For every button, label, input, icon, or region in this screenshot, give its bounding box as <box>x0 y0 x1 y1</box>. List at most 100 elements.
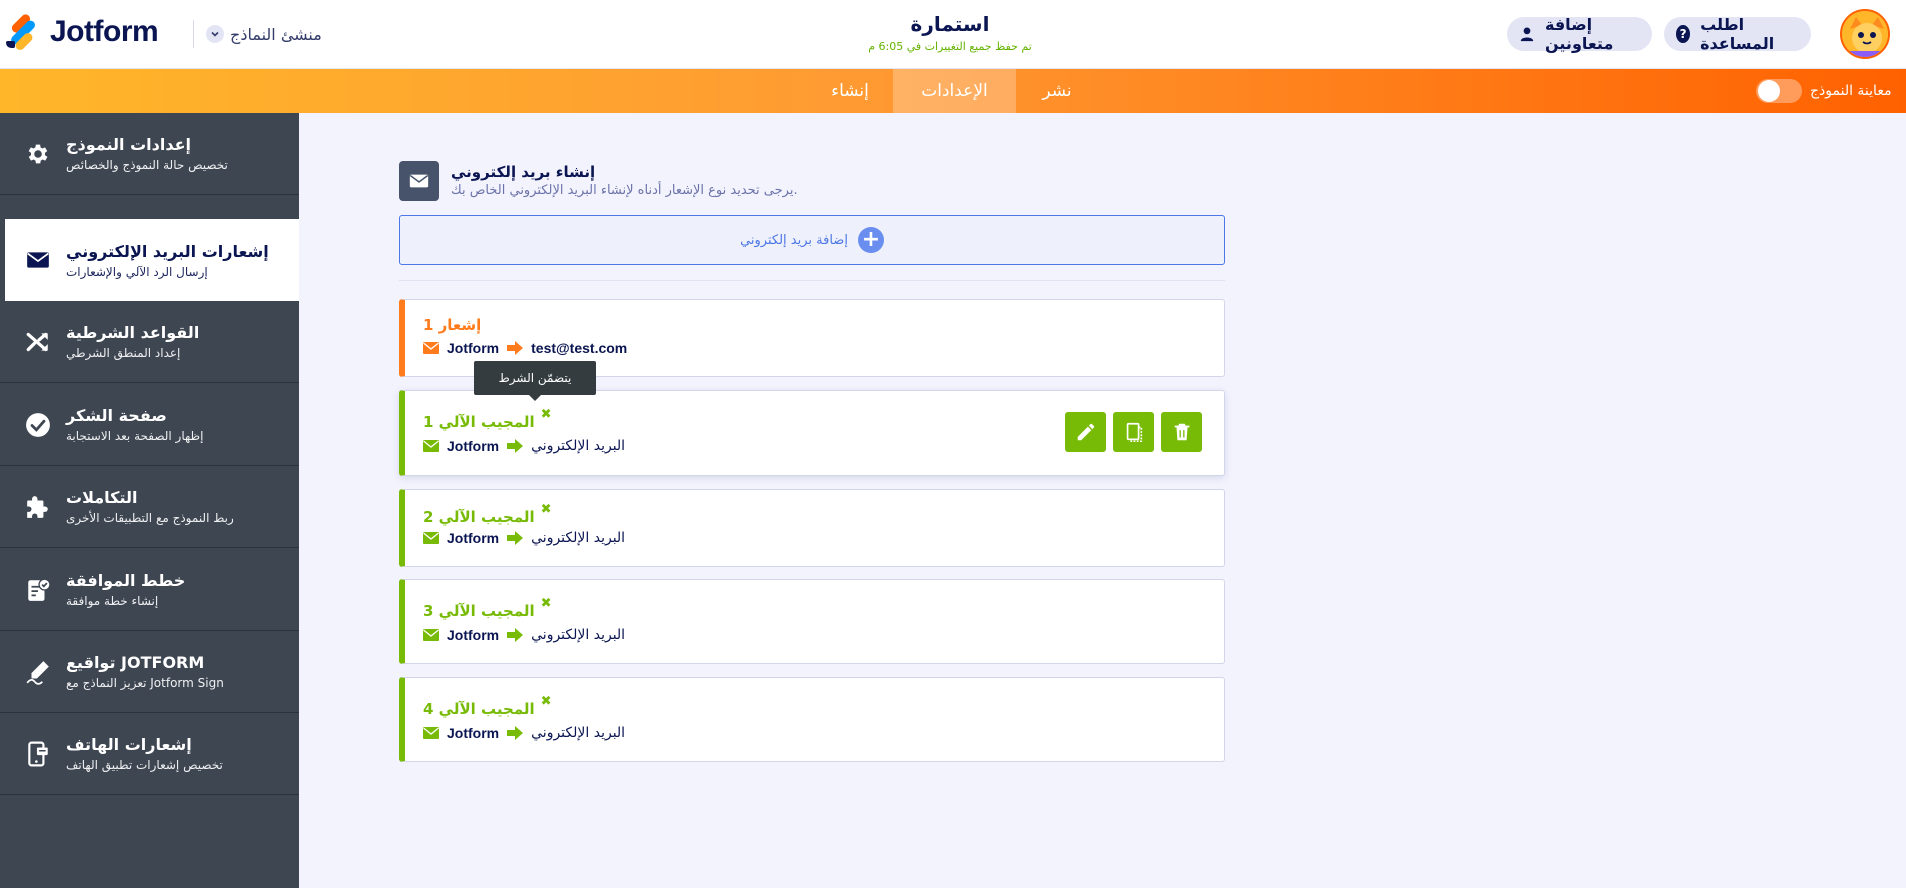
top-header: Jotform منشئ النماذج استمارة تم حفظ جميع… <box>0 0 1906 69</box>
sidebar-item-conditions[interactable]: القواعد الشرطية إعداد المنطق الشرطي <box>0 301 299 383</box>
get-help-button[interactable]: ? اطلب المساعدة <box>1664 15 1811 53</box>
builder-menu-label: منشئ النماذج <box>230 24 322 44</box>
sidebar-item-subtitle: إعداد المنطق الشرطي <box>66 346 181 360</box>
create-email-title: إنشاء بريد إلكتروني <box>451 163 596 181</box>
tab-build[interactable]: إنشاء <box>806 69 894 113</box>
envelope-icon <box>24 246 52 274</box>
sidebar-item-subtitle: تخصيص إشعارات تطبيق الهاتف <box>66 758 223 772</box>
jotform-logo-icon <box>6 12 38 52</box>
section-divider <box>399 280 1225 281</box>
sidebar-item-jotform-sign[interactable]: تواقيع JOTFORM تعزيز النماذج مع Jotform … <box>0 631 299 713</box>
arrow-right-icon <box>507 531 524 545</box>
email-card-title-text: إشعار 1 <box>423 316 482 334</box>
tab-settings[interactable]: الإعدادات <box>893 69 1016 113</box>
add-collaborators-label: إضافة متعاونين <box>1545 15 1614 53</box>
add-email-button[interactable]: إضافة بريد إلكتروني + <box>399 215 1225 265</box>
email-route: Jotform البريد الإلكتروني <box>423 627 625 643</box>
brand-name: Jotform <box>50 15 159 48</box>
tab-publish[interactable]: نشر <box>1015 69 1099 113</box>
form-title[interactable]: استمارة <box>700 12 1200 36</box>
form-preview-toggle[interactable]: معاينة النموذج <box>1756 79 1892 103</box>
sidebar-item-subtitle: إنشاء خطة موافقة <box>66 594 159 608</box>
email-card-autoresponder-1[interactable]: المجيب الآلي 1 ✖ Jotform البريد الإلكترو… <box>399 390 1225 476</box>
pencil-icon <box>1077 423 1094 441</box>
mobile-icon <box>24 740 52 768</box>
email-card-autoresponder-2[interactable]: المجيب الآلي 2 ✖ Jotform البريد الإلكترو… <box>399 489 1225 567</box>
sidebar-item-subtitle: إرسال الرد الآلي والإشعارات <box>66 264 208 279</box>
create-email-subtitle: يرجى تحديد نوع الإشعار أدناه لإنشاء البر… <box>451 183 798 198</box>
email-card-autoresponder-3[interactable]: المجيب الآلي 3 ✖ Jotform البريد الإلكترو… <box>399 579 1225 664</box>
settings-sidebar: إعدادات النموذج تخصيص حالة النموذج والخص… <box>0 113 299 888</box>
sidebar-item-approval-flows[interactable]: خطط الموافقة إنشاء خطة موافقة <box>0 549 299 631</box>
email-to: البريد الإلكتروني <box>531 438 626 454</box>
trash-icon <box>1174 423 1189 441</box>
email-card-title: المجيب الآلي 2 ✖ <box>423 502 552 527</box>
sidebar-item-subtitle: تخصيص حالة النموذج والخصائص <box>66 158 228 172</box>
jotform-logo[interactable]: Jotform <box>6 12 159 52</box>
condition-icon[interactable]: ✖ <box>541 502 552 517</box>
email-from: Jotform <box>447 725 500 741</box>
envelope-icon <box>423 727 439 739</box>
email-card-autoresponder-4[interactable]: المجيب الآلي 4 ✖ Jotform البريد الإلكترو… <box>399 677 1225 762</box>
email-card-title-text: المجيب الآلي 3 <box>423 602 535 620</box>
clone-button[interactable] <box>1113 412 1154 452</box>
user-avatar[interactable] <box>1840 9 1890 59</box>
sidebar-item-subtitle: تعزيز النماذج مع Jotform Sign <box>66 676 224 690</box>
email-route: Jotform البريد الإلكتروني <box>423 725 625 741</box>
email-to: البريد الإلكتروني <box>531 725 626 741</box>
header-divider <box>193 20 194 48</box>
email-route: Jotform البريد الإلكتروني <box>423 530 625 546</box>
email-card-title: إشعار 1 <box>423 316 481 334</box>
help-question-icon: ? <box>1676 25 1691 43</box>
add-email-label: إضافة بريد إلكتروني <box>740 232 848 248</box>
envelope-icon <box>423 629 439 641</box>
email-from: Jotform <box>447 530 500 546</box>
preview-switch[interactable] <box>1756 79 1802 103</box>
sidebar-item-title: إشعارات الهاتف <box>66 735 192 754</box>
condition-icon[interactable]: ✖ <box>541 407 552 422</box>
condition-icon[interactable]: ✖ <box>541 596 552 611</box>
email-route: Jotform test@test.com <box>423 340 627 356</box>
email-card-title-text: المجيب الآلي 1 <box>423 413 535 431</box>
email-card-title-text: المجيب الآلي 4 <box>423 700 535 718</box>
email-from: Jotform <box>447 438 500 454</box>
add-collaborators-button[interactable]: إضافة متعاونين <box>1507 15 1652 53</box>
email-to: البريد الإلكتروني <box>531 530 626 546</box>
email-from: Jotform <box>447 627 500 643</box>
sidebar-item-title: إشعارات البريد الإلكتروني <box>66 241 269 261</box>
sidebar-item-form-settings[interactable]: إعدادات النموذج تخصيص حالة النموذج والخص… <box>0 113 299 195</box>
sidebar-item-title: القواعد الشرطية <box>66 323 200 342</box>
check-circle-icon <box>24 411 52 439</box>
email-card-title-text: المجيب الآلي 2 <box>423 508 535 526</box>
sidebar-item-email-notifications[interactable]: إشعارات البريد الإلكتروني إرسال الرد الآ… <box>5 219 299 301</box>
envelope-icon <box>423 342 439 354</box>
email-card-actions <box>1065 412 1202 452</box>
sidebar-item-mobile-notifications[interactable]: إشعارات الهاتف تخصيص إشعارات تطبيق الهات… <box>0 713 299 795</box>
delete-button[interactable] <box>1161 412 1202 452</box>
sidebar-item-title: التكاملات <box>66 488 138 507</box>
sidebar-item-title: خطط الموافقة <box>66 571 186 590</box>
builder-nav-bar: إنشاء الإعدادات نشر معاينة النموذج <box>0 69 1906 113</box>
arrow-right-icon <box>507 341 524 355</box>
condition-tooltip: يتضمّن الشرط <box>474 361 596 401</box>
email-card-title: المجيب الآلي 4 ✖ <box>423 694 552 719</box>
envelope-icon <box>423 440 439 452</box>
sidebar-item-title: إعدادات النموذج <box>66 135 192 154</box>
chevron-down-icon <box>206 25 224 43</box>
clone-icon <box>1126 422 1142 442</box>
condition-icon[interactable]: ✖ <box>541 694 552 709</box>
form-title-area: استمارة تم حفظ جميع التغييرات في 6:05 م <box>700 12 1200 53</box>
envelope-icon <box>399 161 439 201</box>
sidebar-item-subtitle: إظهار الصفحة بعد الاستجابة <box>66 429 204 443</box>
email-from: Jotform <box>447 340 500 356</box>
plus-circle-icon: + <box>857 227 884 253</box>
sidebar-item-integrations[interactable]: التكاملات ربط النموذج مع التطبيقات الأخر… <box>0 466 299 548</box>
arrow-right-icon <box>507 726 524 740</box>
create-email-header: إنشاء بريد إلكتروني يرجى تحديد نوع الإشع… <box>399 161 1279 205</box>
sidebar-item-thank-you-page[interactable]: صفحة الشكر إظهار الصفحة بعد الاستجابة <box>0 384 299 466</box>
puzzle-icon <box>24 493 52 521</box>
builder-menu-dropdown[interactable]: منشئ النماذج <box>206 21 322 47</box>
edit-button[interactable] <box>1065 412 1106 452</box>
approval-icon <box>24 576 52 604</box>
user-icon <box>1519 25 1535 43</box>
